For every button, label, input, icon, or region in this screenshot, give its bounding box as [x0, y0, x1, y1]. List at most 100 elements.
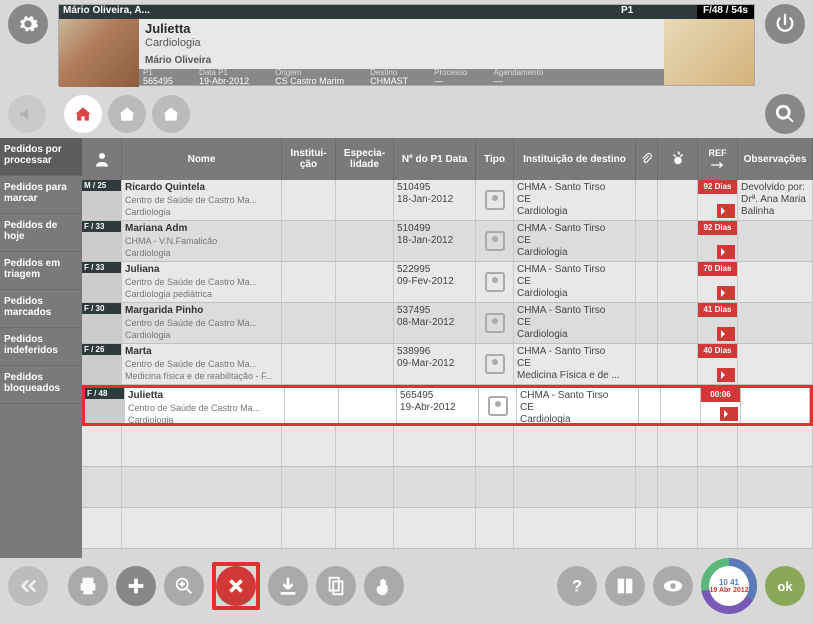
- search-button[interactable]: [765, 94, 805, 134]
- ref-arrow-icon[interactable]: [717, 327, 735, 341]
- row-dest3: Cardiologia: [517, 206, 632, 218]
- patient-header-name: Mário Oliveira, A...: [59, 5, 211, 19]
- back-tab-button[interactable]: [8, 95, 46, 133]
- double-chevron-left-icon: [17, 575, 39, 597]
- sidebar-item-bloqueados[interactable]: Pedidos bloqueados: [0, 366, 82, 404]
- patient-specialty: Cardiologia: [145, 37, 658, 49]
- zoom-button[interactable]: [164, 566, 204, 606]
- book-icon: [614, 575, 636, 597]
- row-name: Ricardo Quintela: [125, 182, 278, 194]
- clip-icon: [640, 152, 653, 166]
- home2-tab-button[interactable]: [108, 95, 146, 133]
- row-obs: [741, 388, 810, 423]
- row-dest2: CE: [517, 317, 632, 329]
- row-np1: 510495: [397, 182, 472, 194]
- row-obs: [738, 262, 813, 302]
- sidebar-item-para-marcar[interactable]: Pedidos para marcar: [0, 176, 82, 214]
- search-plus-icon: [173, 575, 195, 597]
- sidebar-item-por-processar[interactable]: Pedidos por processar: [0, 138, 82, 176]
- download-button[interactable]: [268, 566, 308, 606]
- print-button[interactable]: [68, 566, 108, 606]
- hand-button[interactable]: [364, 566, 404, 606]
- row-spec-text: Cardiologia pediátrica: [125, 288, 278, 300]
- settings-button[interactable]: [8, 4, 48, 44]
- table-row[interactable]: M / 25 Ricardo QuintelaCentro de Saúde de…: [82, 180, 813, 221]
- sidebar: Pedidos por processar Pedidos para marca…: [0, 138, 82, 558]
- row-obs: [738, 303, 813, 343]
- row-np1: 510499: [397, 223, 472, 235]
- col-ref[interactable]: REF: [698, 138, 738, 180]
- row-np1-date: 19-Abr-2012: [400, 402, 475, 414]
- row-dest1: CHMA - Santo Tirso: [517, 182, 632, 194]
- row-dest1: CHMA - Santo Tirso: [517, 346, 632, 358]
- demo-tag: M / 25: [82, 180, 121, 191]
- demo-tag: F / 33: [82, 221, 121, 232]
- demo-tag: F / 30: [82, 303, 121, 314]
- col-destino[interactable]: Instituição de destino: [514, 138, 636, 180]
- row-np1: 522995: [397, 264, 472, 276]
- sidebar-item-em-triagem[interactable]: Pedidos em triagem: [0, 252, 82, 290]
- row-np1: 565495: [400, 390, 475, 402]
- sidebar-item-marcados[interactable]: Pedidos marcados: [0, 290, 82, 328]
- search-icon: [774, 103, 796, 125]
- ref-badge: 92 Dias: [698, 180, 737, 194]
- ref-icon: [710, 159, 726, 171]
- eye-icon: [662, 575, 684, 597]
- table-row[interactable]: F / 26MartaCentro de Saúde de Castro Ma.…: [82, 344, 813, 385]
- col-obs[interactable]: Observações: [738, 138, 813, 180]
- ref-arrow-icon[interactable]: [717, 245, 735, 259]
- ref-arrow-icon[interactable]: [720, 407, 738, 421]
- patient-card[interactable]: Mário Oliveira, A... P1 F/48 / 54s Julie…: [58, 4, 755, 86]
- col-instituicao[interactable]: Institui-ção: [282, 138, 336, 180]
- table-row[interactable]: F / 33JulianaCentro de Saúde de Castro M…: [82, 262, 813, 303]
- house-arrow-icon: [73, 104, 93, 124]
- row-dest1: CHMA - Santo Tirso: [517, 223, 632, 235]
- ref-arrow-icon[interactable]: [717, 204, 735, 218]
- view-button[interactable]: [653, 566, 693, 606]
- row-dest3: Cardiologia: [517, 329, 632, 341]
- demo-tag: F / 33: [82, 262, 121, 273]
- home-tab-button[interactable]: [64, 95, 102, 133]
- demo-tag: F / 26: [82, 344, 121, 355]
- row-dest2: CE: [520, 402, 635, 414]
- row-photo: [82, 355, 121, 384]
- row-obs: [738, 344, 813, 384]
- add-button[interactable]: [116, 566, 156, 606]
- row-spec-text: Cardiologia: [128, 414, 281, 423]
- col-nome[interactable]: Nome: [122, 138, 282, 180]
- power-button[interactable]: [765, 4, 805, 44]
- copy-button[interactable]: [316, 566, 356, 606]
- row-spec-text: Cardiologia: [125, 247, 278, 259]
- ref-arrow-icon[interactable]: [717, 368, 735, 382]
- sidebar-item-de-hoje[interactable]: Pedidos de hoje: [0, 214, 82, 252]
- table-header: Nome Institui-ção Especia-lidade Nº do P…: [82, 138, 813, 180]
- cancel-button[interactable]: [216, 566, 256, 606]
- row-dest3: Cardiologia: [517, 288, 632, 300]
- row-np1-date: 09-Mar-2012: [397, 358, 472, 370]
- book-button[interactable]: [605, 566, 645, 606]
- first-page-button[interactable]: [8, 566, 48, 606]
- col-especialidade[interactable]: Especia-lidade: [336, 138, 394, 180]
- home-forward-tab-button[interactable]: [152, 95, 190, 133]
- clock-widget[interactable]: 10 41 19 Abr 2012: [701, 558, 757, 614]
- table-row[interactable]: F / 33Mariana AdmCHMA - V.N.FamalicãoCar…: [82, 221, 813, 262]
- print-icon: [77, 575, 99, 597]
- row-name: Juliana: [125, 264, 278, 276]
- help-button[interactable]: ?: [557, 566, 597, 606]
- col-tipo[interactable]: Tipo: [476, 138, 514, 180]
- row-spec-text: Cardiologia: [125, 329, 278, 341]
- type-icon: [485, 272, 505, 292]
- table-row[interactable]: F / 48JuliettaCentro de Saúde de Castro …: [82, 385, 813, 426]
- copy-icon: [325, 575, 347, 597]
- ref-arrow-icon[interactable]: [717, 286, 735, 300]
- row-dest1: CHMA - Santo Tirso: [517, 264, 632, 276]
- ref-badge: 92 Dias: [698, 221, 737, 235]
- close-icon: [225, 575, 247, 597]
- ok-button[interactable]: ok: [765, 566, 805, 606]
- table-row[interactable]: F / 30Margarida PinhoCentro de Saúde de …: [82, 303, 813, 344]
- sidebar-item-indeferidos[interactable]: Pedidos indeferidos: [0, 328, 82, 366]
- row-np1: 537495: [397, 305, 472, 317]
- demo-tag: F / 48: [85, 388, 124, 399]
- row-inst-text: Centro de Saúde de Castro Ma...: [125, 194, 278, 206]
- col-np1[interactable]: Nº do P1 Data: [394, 138, 476, 180]
